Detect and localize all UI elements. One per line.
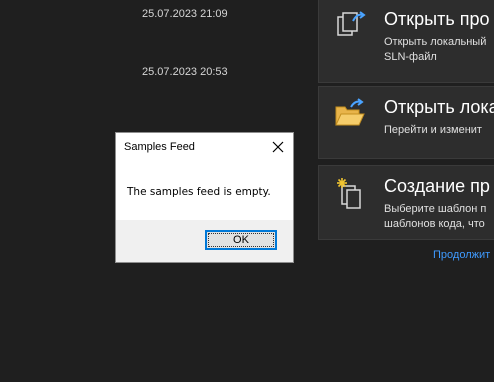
card-desc-line: шаблонов кода, что (384, 218, 485, 230)
samples-feed-dialog: Samples Feed The samples feed is empty. … (115, 132, 294, 263)
recent-item-timestamp: 25.07.2023 20:53 (142, 66, 228, 78)
close-icon[interactable] (271, 140, 285, 154)
card-title: Открыть лока (384, 97, 494, 117)
dialog-footer: OK (116, 220, 293, 262)
card-desc-line: SLN-файл (384, 51, 437, 63)
card-desc-line: Перейти и изменит (384, 124, 482, 136)
ok-button[interactable]: OK (205, 230, 277, 250)
card-description: Перейти и изменит (384, 123, 482, 138)
card-desc-line: Выберите шаблон п (384, 203, 487, 215)
card-title: Открыть про (384, 9, 490, 29)
dialog-message: The samples feed is empty. (127, 186, 271, 198)
open-folder-icon (335, 98, 365, 126)
card-description: Выберите шаблон п шаблонов кода, что (384, 202, 486, 232)
card-desc-line: Открыть локальный (384, 36, 487, 48)
open-project-card[interactable]: Открыть про Открыть локальный SLN-файл (318, 0, 494, 83)
dialog-title: Samples Feed (124, 141, 195, 153)
open-folder-card[interactable]: Открыть лока Перейти и изменит (318, 86, 494, 159)
card-description: Открыть локальный SLN-файл (384, 35, 486, 65)
open-project-icon (337, 11, 366, 36)
recent-item-timestamp: 25.07.2023 21:09 (142, 8, 228, 20)
create-project-card[interactable]: Создание пр Выберите шаблон п шаблонов к… (318, 165, 494, 240)
card-title: Создание пр (384, 176, 490, 196)
continue-without-code-link[interactable]: Продолжит (433, 249, 490, 261)
new-project-icon (337, 178, 361, 209)
